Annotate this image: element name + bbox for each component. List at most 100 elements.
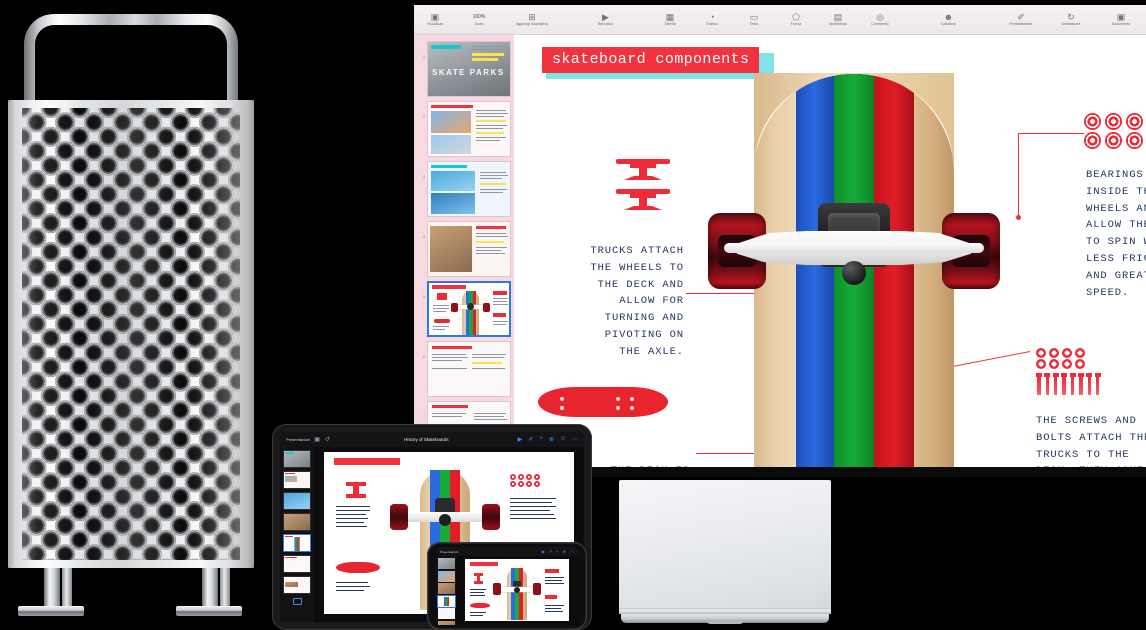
screws-graphic (1036, 348, 1101, 395)
iphone-thumbnail-4-selected[interactable] (436, 594, 456, 608)
toolbar-collaborate-button[interactable]: ☻ Collabora (924, 12, 974, 27)
iphone-toolbar: Presentazioni ▶ ✐ + ⊕ ⋯ (436, 547, 578, 556)
ipad-toolbar: Presentazioni ▣ ↺ History of Skateboards… (280, 432, 584, 447)
format-brush-icon[interactable]: ✐ (549, 549, 552, 554)
slide-title-group[interactable]: skateboard components (542, 47, 774, 79)
bolt-icon (1052, 373, 1059, 395)
iphone-thumbnail-1[interactable] (437, 558, 455, 569)
slide-thumbnail-3[interactable] (427, 161, 511, 217)
toolbar-media-label: Multimedia (829, 22, 847, 26)
bolt-icon (1044, 373, 1051, 395)
ipad-thumbnail-3[interactable] (283, 492, 311, 510)
bolt-icon (1061, 373, 1068, 395)
slide-thumbnail-6[interactable] (427, 341, 511, 397)
more-icon[interactable]: ⋯ (572, 436, 578, 443)
toolbar-media-button[interactable]: ▤ Multimedia (817, 12, 859, 27)
slide-thumbnail-1[interactable]: SKATE PARKS (427, 41, 511, 97)
iphone-slide-content[interactable] (465, 559, 569, 621)
toolbar-zoom-label: Zoom (474, 21, 484, 26)
slide-title[interactable]: skateboard components (542, 47, 760, 73)
toolbar-play-button[interactable]: ▶ Riproduci (585, 12, 627, 27)
ipad-toolbar-actions: ▶ ✐ + ⊕ ☺ ⋯ (518, 436, 578, 443)
iphone-app-label[interactable]: Presentazioni (440, 550, 458, 554)
ipad-add-slide-button[interactable] (292, 598, 302, 605)
toolbar-format-button[interactable]: ✐ Formattazione (996, 12, 1046, 27)
nut-grid (1036, 348, 1101, 369)
ipad-thumbnail-7[interactable] (283, 576, 311, 594)
slide-thumbnail-2[interactable] (427, 101, 511, 157)
iphone-thumbnail-5[interactable] (437, 608, 455, 620)
undo-icon[interactable]: ↺ (325, 436, 330, 443)
nut-icon (1049, 359, 1059, 369)
navigator-row-2[interactable]: 2 (414, 99, 514, 159)
bolt-icon (1069, 373, 1076, 395)
slide-number-5: 5 (423, 295, 425, 299)
toolbar-shape-button[interactable]: ⬠ Forma (775, 12, 817, 27)
toolbar-text-button[interactable]: ▭ Testo (733, 12, 775, 27)
ipad-thumbnail-4[interactable] (283, 513, 311, 531)
trucks-description[interactable]: TRUCKS ATTACH THE WHEELS TO THE DECK AND… (560, 243, 684, 361)
navigator-row-5[interactable]: 5 (414, 279, 514, 339)
toolbar-animate-button[interactable]: ↻ Animazione (1046, 12, 1096, 27)
collaborate-icon[interactable]: ☺ (560, 436, 566, 443)
toolbar-table-button[interactable]: ▦ Tabella (649, 12, 691, 27)
iphone-thumbnail-3[interactable] (437, 583, 455, 595)
ipad-app-label[interactable]: Presentazioni (286, 437, 310, 442)
ipad-thumbnail-5-selected[interactable] (283, 534, 311, 552)
format-brush-icon[interactable]: ✐ (528, 436, 533, 443)
navigator-row-1[interactable]: 1 SKATE PARKS (414, 39, 514, 99)
navigator-row-3[interactable]: 3 (414, 159, 514, 219)
toolbar-shape-label: Forma (790, 22, 802, 26)
nut-icon (1036, 348, 1046, 358)
leader-dot-bearings (1016, 215, 1021, 220)
slide-canvas[interactable]: skateboard components TRUCKS ATTACH THE … (514, 35, 1146, 467)
macbook-display (619, 480, 831, 624)
more-icon[interactable]: ⋯ (570, 549, 574, 554)
iphone-thumbnail-2[interactable] (437, 570, 455, 582)
media-icon[interactable]: ⊕ (563, 549, 566, 554)
toolbar-comment-label: Commento (871, 22, 889, 26)
toolbar-view-button[interactable]: ▣ Visualizza (414, 12, 456, 27)
slide-thumbnail-4[interactable] (427, 221, 511, 277)
ipad-thumbnail-6[interactable] (283, 555, 311, 573)
iphone-canvas[interactable] (456, 556, 578, 625)
screws-description[interactable]: THE SCREWS AND BOLTS ATTACH THE TRUCKS T… (1036, 413, 1146, 467)
slide-number-2: 2 (423, 115, 425, 119)
iphone-screen[interactable]: Presentazioni ▶ ✐ + ⊕ ⋯ (436, 547, 578, 625)
iphone-toolbar-actions: ▶ ✐ + ⊕ ⋯ (542, 549, 574, 554)
toolbar-document-button[interactable]: ▣ Documento (1096, 12, 1146, 27)
play-icon[interactable]: ▶ (542, 549, 545, 554)
play-icon[interactable]: ▶ (518, 436, 523, 443)
slide-number-1: 1 (423, 55, 425, 59)
navigator-row-6[interactable]: 6 (414, 339, 514, 399)
toolbar-chart-label: Grafico (706, 22, 718, 26)
slide-number-3: 3 (423, 175, 425, 179)
slide-navigator[interactable]: 1 SKATE PARKS 2 3 4 5 6 7 (414, 35, 514, 467)
sidebar-toggle-icon[interactable]: ▣ (314, 436, 320, 443)
add-icon[interactable]: + (539, 436, 543, 443)
media-icon: ▤ (833, 12, 843, 22)
slide-thumbnail-5-selected[interactable] (427, 281, 511, 337)
toolbar-zoom-control[interactable]: 100% Zoom (456, 13, 502, 27)
table-icon: ▦ (665, 12, 675, 22)
bearing-icon (1126, 132, 1143, 149)
bearings-description[interactable]: BEARINGS FIT INSIDE THE WHEELS AND ALLOW… (1086, 167, 1146, 301)
iphone-slide-navigator[interactable] (436, 556, 456, 625)
skateboard-photo[interactable] (708, 73, 1000, 467)
navigator-row-4[interactable]: 4 (414, 219, 514, 279)
toolbar-add-slide-button[interactable]: ⊞ Aggiungi diapositiva (502, 12, 562, 27)
iphone-thumbnail-6[interactable] (437, 620, 455, 625)
toolbar-comment-button[interactable]: ◎ Commento (859, 12, 901, 27)
pro-display: ▣ Visualizza 100% Zoom ⊞ Aggiungi diapos… (414, 5, 1146, 467)
media-icon[interactable]: ⊕ (549, 436, 554, 443)
toolbar-collaborate-label: Collabora (940, 22, 957, 26)
nut-icon (1062, 359, 1072, 369)
document-icon: ▣ (1116, 12, 1126, 22)
slide-number-4: 4 (423, 235, 425, 239)
add-icon[interactable]: + (556, 549, 558, 554)
toolbar-table-label: Tabella (664, 22, 676, 26)
ipad-slide-navigator[interactable] (280, 447, 314, 622)
ipad-thumbnail-2[interactable] (283, 471, 311, 489)
toolbar-chart-button[interactable]: ◔ Grafico (691, 12, 733, 27)
ipad-thumbnail-1[interactable] (283, 450, 311, 468)
